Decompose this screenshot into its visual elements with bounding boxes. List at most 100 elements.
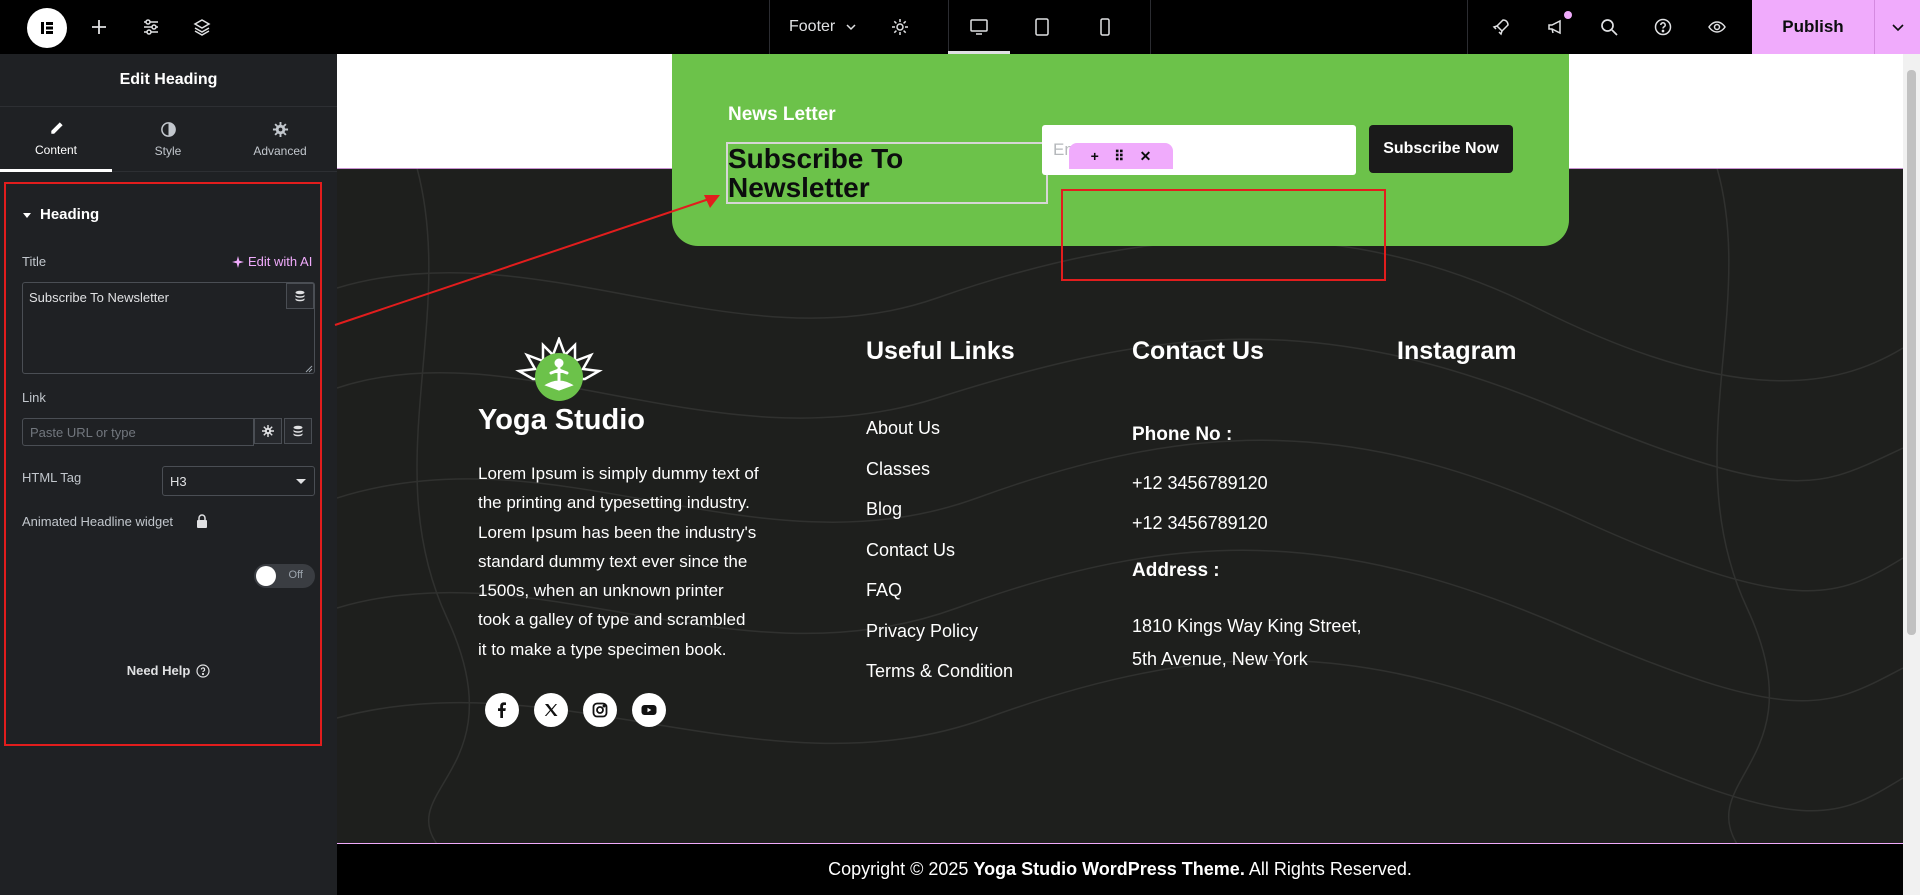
edit-with-ai-label: Edit with AI — [248, 254, 313, 269]
layers-icon[interactable] — [187, 0, 217, 54]
footer-link-faq[interactable]: FAQ — [866, 580, 1013, 621]
animated-headline-label: Animated Headline widget — [22, 514, 174, 529]
about-line: Lorem Ipsum is simply dummy text of — [478, 464, 759, 483]
ai-sparkle-icon — [232, 255, 244, 268]
publish-options-chevron-icon[interactable] — [1874, 0, 1920, 54]
contrast-icon — [160, 122, 176, 137]
tablet-icon[interactable] — [1012, 0, 1072, 54]
add-element-icon[interactable]: + — [1091, 148, 1099, 164]
about-line: took a galley of type and scrambled — [478, 610, 746, 630]
page-settings-gear-icon[interactable] — [885, 0, 915, 54]
lock-icon — [197, 514, 207, 528]
tab-content-label: Content — [34, 142, 78, 157]
pencil-icon — [50, 121, 63, 134]
link-dynamic-tags-icon[interactable] — [284, 418, 312, 444]
about-line: 1500s, when an unknown printer — [478, 581, 724, 601]
address-line: 5th Avenue, New York — [1132, 649, 1308, 669]
edit-with-ai-button[interactable]: Edit with AI — [232, 254, 312, 269]
need-help-label: Need Help — [126, 663, 191, 678]
footer-link-contact[interactable]: Contact Us — [866, 540, 1013, 581]
publish-button[interactable]: Publish — [1752, 0, 1874, 54]
about-line: it to make a type specimen book. — [478, 639, 727, 659]
tab-style[interactable]: Style — [112, 107, 224, 172]
help-circle-icon — [196, 663, 210, 678]
html-tag-value: H3 — [170, 474, 187, 489]
select-caret-icon — [296, 479, 306, 484]
footer-logo-text: Yoga Studio — [478, 404, 646, 436]
x-icon[interactable] — [534, 693, 568, 727]
search-icon[interactable] — [1594, 0, 1624, 54]
animated-headline-toggle[interactable]: Off — [254, 564, 315, 588]
panel-tabs: Content Style Advanced — [0, 107, 337, 172]
tab-style-label: Style — [154, 144, 182, 158]
link-label: Link — [22, 390, 46, 405]
footer-link-terms[interactable]: Terms & Condition — [866, 661, 1013, 702]
footer-link-about[interactable]: About Us — [866, 418, 1013, 459]
eye-icon[interactable] — [1702, 0, 1732, 54]
useful-links-title: Useful Links — [866, 337, 1015, 365]
copyright-bar: Copyright © 2025 Yoga Studio WordPress T… — [337, 844, 1903, 895]
editor-panel: Edit Heading Content Style Advanced Head… — [0, 54, 337, 895]
drag-handle-icon[interactable]: ⠿ — [1114, 148, 1124, 165]
section-heading-label: Heading — [40, 206, 100, 223]
subscribe-now-button[interactable]: Subscribe Now — [1369, 125, 1513, 173]
instagram-title: Instagram — [1397, 337, 1517, 365]
resize-handle-icon[interactable] — [305, 365, 313, 373]
html-tag-select[interactable]: H3 — [162, 466, 315, 496]
mobile-icon[interactable] — [1075, 0, 1135, 54]
yoga-logo-icon — [515, 337, 603, 401]
footer-link-classes[interactable]: Classes — [866, 459, 1013, 500]
announcement-icon[interactable] — [1541, 0, 1571, 54]
scrollbar-thumb[interactable] — [1907, 70, 1916, 635]
phone-number: +12 3456789120 — [1132, 513, 1268, 533]
title-textarea[interactable]: Subscribe To Newsletter — [22, 282, 315, 374]
footer-about-text: Lorem Ipsum is simply dummy text of the … — [478, 459, 780, 664]
contact-us-title: Contact Us — [1132, 337, 1264, 365]
element-handle[interactable]: + ⠿ ✕ — [1069, 143, 1173, 169]
about-line: Lorem Ipsum has been the industry's — [478, 522, 757, 542]
copyright-suffix: All Rights Reserved. — [1244, 859, 1412, 879]
add-icon[interactable] — [84, 0, 114, 54]
tab-advanced[interactable]: Advanced — [224, 107, 336, 172]
settings-sliders-icon[interactable] — [136, 0, 166, 54]
newsletter-heading-line1: Subscribe To — [728, 143, 904, 174]
facebook-icon[interactable] — [485, 693, 519, 727]
phone-number: +12 3456789120 — [1132, 473, 1268, 493]
link-url-input[interactable]: Paste URL or type — [22, 418, 254, 446]
copyright-prefix: Copyright © 2025 — [828, 859, 974, 879]
address-label: Address : — [1132, 560, 1220, 581]
document-title-dropdown[interactable]: Footer — [789, 0, 857, 54]
footer-link-privacy[interactable]: Privacy Policy — [866, 621, 1013, 662]
notification-dot — [1564, 11, 1572, 19]
panel-title: Edit Heading — [0, 54, 337, 107]
footer-link-blog[interactable]: Blog — [866, 499, 1013, 540]
newsletter-heading[interactable]: Subscribe To Newsletter — [726, 142, 1048, 204]
link-options-gear-icon[interactable] — [254, 418, 282, 444]
annotation-arrow — [334, 195, 720, 326]
need-help-link[interactable]: Need Help — [0, 663, 337, 678]
delete-element-icon[interactable]: ✕ — [1140, 148, 1152, 165]
tab-content[interactable]: Content — [0, 107, 112, 172]
caret-down-icon — [23, 212, 31, 218]
document-title: Footer — [789, 18, 836, 35]
instagram-icon[interactable] — [583, 693, 617, 727]
desktop-icon[interactable] — [948, 0, 1010, 54]
help-icon[interactable] — [1648, 0, 1678, 54]
useful-links-list: About Us Classes Blog Contact Us FAQ Pri… — [866, 418, 1013, 702]
section-heading-toggle[interactable]: Heading — [22, 206, 99, 223]
youtube-icon[interactable] — [632, 693, 666, 727]
tab-advanced-label: Advanced — [253, 144, 307, 158]
address-line: 1810 Kings Way King Street, — [1132, 616, 1362, 636]
elementor-logo-icon[interactable] — [27, 8, 67, 48]
chevron-down-icon — [846, 24, 856, 31]
phone-label: Phone No : — [1132, 424, 1233, 445]
about-line: the printing and typesetting industry. — [478, 493, 750, 513]
editor-topbar: Footer Publish — [0, 0, 1920, 54]
title-label: Title — [22, 254, 47, 269]
about-line: standard dummy text ever since the — [478, 551, 748, 571]
rocket-icon[interactable] — [1486, 0, 1516, 54]
newsletter-label: News Letter — [728, 104, 836, 125]
annotation-heading-box — [1061, 189, 1386, 281]
gear-icon — [272, 121, 288, 138]
dynamic-tags-icon[interactable] — [286, 283, 314, 309]
